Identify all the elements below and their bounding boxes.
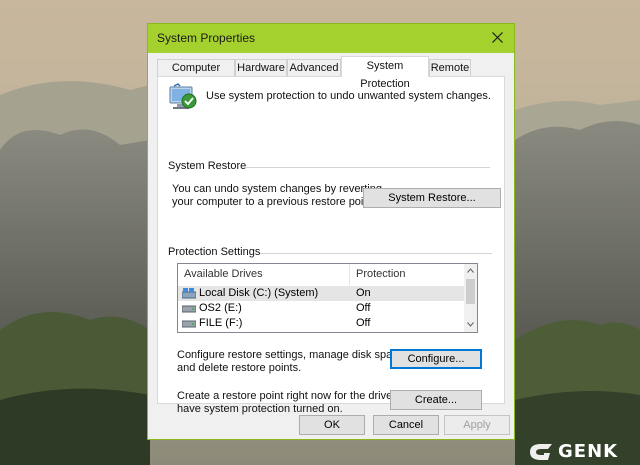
group-divider	[242, 167, 490, 168]
tab-hardware[interactable]: Hardware	[235, 59, 287, 76]
apply-button[interactable]: Apply	[444, 415, 510, 435]
list-scrollbar[interactable]	[464, 264, 477, 332]
create-button[interactable]: Create...	[390, 390, 482, 410]
scroll-down-icon[interactable]	[467, 322, 474, 327]
create-description: have system protection turned on.	[177, 403, 343, 415]
tab-system-protection[interactable]: System Protection	[341, 56, 429, 90]
system-restore-description: your computer to a previous restore poin…	[172, 196, 376, 208]
configure-description: and delete restore points.	[177, 362, 302, 374]
system-restore-button[interactable]: System Restore...	[363, 188, 501, 208]
system-properties-window: System Properties Computer Name Hardware…	[147, 23, 515, 440]
scroll-up-icon[interactable]	[467, 268, 474, 273]
system-protection-icon	[169, 83, 197, 109]
column-separator[interactable]	[349, 264, 350, 285]
system-restore-description: You can undo system changes by reverting	[172, 183, 382, 195]
drive-row[interactable]: OS2 (E:) Off	[178, 301, 465, 316]
drive-protection-status: On	[356, 287, 371, 299]
watermark-text: GENK	[558, 441, 619, 462]
tab-remote[interactable]: Remote	[429, 59, 471, 76]
tab-panel: Use system protection to undo unwanted s…	[157, 76, 505, 415]
drive-protection-status: Off	[356, 302, 371, 314]
window-title: System Properties	[157, 31, 256, 45]
drive-protection-status: Off	[356, 317, 371, 329]
drive-name: FILE (F:)	[199, 317, 243, 329]
system-restore-group-title: System Restore	[168, 160, 247, 172]
drive-icon	[182, 305, 196, 313]
genk-watermark: GENK	[528, 438, 640, 465]
drives-list[interactable]: Available Drives Protection Local Disk (…	[177, 263, 478, 333]
genk-logo-icon	[530, 444, 552, 460]
tab-advanced[interactable]: Advanced	[287, 59, 341, 76]
drive-row[interactable]: Local Disk (C:) (System) On	[178, 286, 465, 301]
protection-settings-group-title: Protection Settings	[168, 246, 261, 258]
configure-button[interactable]: Configure...	[390, 349, 482, 369]
system-drive-icon	[182, 288, 196, 299]
close-button[interactable]	[482, 24, 514, 53]
title-bar[interactable]: System Properties	[148, 24, 514, 53]
column-header-protection[interactable]: Protection	[356, 264, 406, 285]
create-description: Create a restore point right now for the…	[177, 390, 420, 402]
intro-text: Use system protection to undo unwanted s…	[206, 90, 491, 102]
column-header-available-drives[interactable]: Available Drives	[184, 264, 263, 285]
close-icon	[492, 32, 503, 43]
drive-name: OS2 (E:)	[199, 302, 242, 314]
tab-computer-name[interactable]: Computer Name	[157, 59, 235, 90]
ok-button[interactable]: OK	[299, 415, 365, 435]
cancel-button[interactable]: Cancel	[373, 415, 439, 435]
configure-description: Configure restore settings, manage disk …	[177, 349, 407, 361]
group-divider	[258, 253, 492, 254]
drive-icon	[182, 320, 196, 328]
scroll-thumb[interactable]	[466, 279, 475, 304]
drive-row[interactable]: FILE (F:) Off	[178, 316, 465, 331]
drive-name: Local Disk (C:) (System)	[199, 287, 319, 299]
